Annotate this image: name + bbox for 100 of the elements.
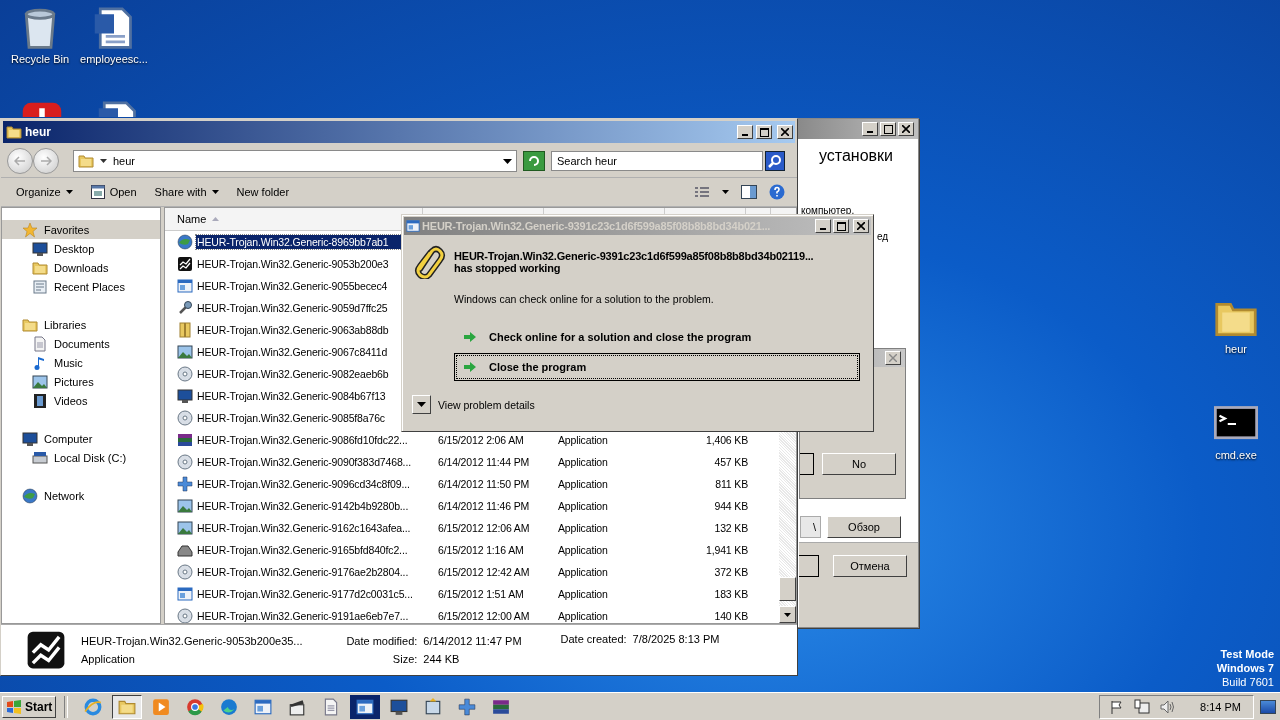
taskbar-button[interactable] xyxy=(112,694,143,719)
maximize-icon xyxy=(836,221,846,231)
flag-icon[interactable] xyxy=(1110,699,1125,714)
taskbar-button[interactable] xyxy=(350,694,381,719)
file-name[interactable]: HEUR-Trojan.Win32.Generic-9177d2c0031c5... xyxy=(196,587,438,601)
minimize-button[interactable] xyxy=(737,125,753,139)
show-desktop-button[interactable] xyxy=(1260,699,1276,714)
caret-icon xyxy=(211,190,219,194)
caret-icon xyxy=(100,159,107,163)
minimize-button[interactable] xyxy=(815,219,831,233)
tray-icon xyxy=(177,542,193,558)
tool-icon xyxy=(177,300,193,316)
date-cell-text: 6/15/2012 1:51 AM xyxy=(438,588,525,600)
close-button[interactable] xyxy=(885,351,901,365)
size-cell-text: 1,406 KB xyxy=(705,434,748,446)
icon-label: heur xyxy=(1225,343,1247,355)
forward-button[interactable] xyxy=(33,148,59,174)
browse-button[interactable]: Обзор xyxy=(827,516,901,538)
details-toggle-label[interactable]: View problem details xyxy=(438,398,535,411)
scroll-down-button[interactable] xyxy=(779,606,796,623)
maximize-icon xyxy=(883,124,893,134)
file-name: HEUR-Trojan.Win32.Generic-9053b200e35... xyxy=(81,635,304,647)
sidebar-item[interactable]: Local Disk (C:) xyxy=(2,448,160,467)
sidebar-item[interactable]: Libraries xyxy=(2,315,160,334)
os-notice-text: Windows 7 xyxy=(1216,661,1274,675)
books-icon xyxy=(177,432,193,448)
dialog-button[interactable] xyxy=(799,555,819,577)
network-icon[interactable] xyxy=(1134,698,1151,715)
date-cell-text: 6/15/2012 2:06 AM xyxy=(438,434,525,446)
maximize-button[interactable] xyxy=(833,219,849,233)
maximize-button[interactable] xyxy=(880,122,896,136)
toolbar-button[interactable]: Open xyxy=(83,181,144,203)
toolbar-button[interactable]: New folder xyxy=(229,181,297,203)
address-field[interactable]: heur xyxy=(73,150,517,172)
maximize-icon xyxy=(759,127,769,137)
expand-button[interactable] xyxy=(412,395,431,414)
file-name[interactable]: HEUR-Trojan.Win32.Generic-9162c1643afea... xyxy=(196,521,438,535)
dialog-button[interactable] xyxy=(800,453,814,475)
volume-icon[interactable] xyxy=(1160,699,1177,714)
file-name[interactable]: HEUR-Trojan.Win32.Generic-9176ae2b2804... xyxy=(196,565,438,579)
installer-icon xyxy=(424,697,443,716)
sidebar-item[interactable]: Documents xyxy=(2,334,160,353)
toolbar-button[interactable]: Organize xyxy=(9,181,80,203)
scrollbar-thumb[interactable] xyxy=(779,577,796,601)
type-cell-text: Application xyxy=(558,544,609,556)
file-name[interactable]: HEUR-Trojan.Win32.Generic-9165bfd840fc2... xyxy=(196,543,438,557)
search-button[interactable] xyxy=(765,151,785,171)
picture-icon xyxy=(177,498,193,514)
sidebar-item[interactable]: Network xyxy=(2,486,160,505)
file-name[interactable]: HEUR-Trojan.Win32.Generic-9090f383d7468... xyxy=(196,455,438,469)
maximize-button[interactable] xyxy=(756,125,772,139)
close-button[interactable] xyxy=(853,219,869,233)
globe-icon xyxy=(22,487,38,504)
file-name[interactable]: HEUR-Trojan.Win32.Generic-9086fd10fdc22... xyxy=(196,433,438,447)
file-name[interactable]: HEUR-Trojan.Win32.Generic-9191ae6eb7e7... xyxy=(196,609,438,623)
browser-icon xyxy=(220,697,239,716)
size-cell-text: 457 KB xyxy=(713,456,748,468)
error-heading: HEUR-Trojan.Win32.Generic-9391c23c1d6f599a85f08b8b8bd34b02119... xyxy=(454,250,814,262)
recent-places-icon xyxy=(32,278,48,295)
film-icon xyxy=(32,392,48,409)
start-button[interactable]: Start xyxy=(2,695,57,718)
clapperboard-icon xyxy=(288,697,307,716)
toolbar-button[interactable]: Share with xyxy=(147,181,226,203)
close-button[interactable] xyxy=(777,125,793,139)
window-icon xyxy=(406,219,420,233)
app-icon[interactable] xyxy=(20,100,64,117)
sidebar-item[interactable]: Videos xyxy=(2,391,160,410)
refresh-button[interactable] xyxy=(523,151,545,171)
command-link[interactable]: Close the program xyxy=(454,353,860,381)
path-field[interactable]: \ xyxy=(800,516,821,538)
window-icon xyxy=(90,185,105,199)
sidebar-item[interactable]: Music xyxy=(2,353,160,372)
command-link[interactable]: Check online for a solution and close the program xyxy=(454,323,860,351)
dropdown-icon[interactable] xyxy=(503,158,512,164)
picture-icon xyxy=(177,520,193,536)
cancel-button[interactable]: Отмена xyxy=(833,555,907,577)
browser-icon xyxy=(84,697,103,716)
date-cell-text: 6/14/2012 11:50 PM xyxy=(438,478,531,490)
sidebar-item[interactable]: Desktop xyxy=(2,239,160,258)
no-button[interactable]: No xyxy=(822,453,896,475)
search-field[interactable]: Search heur xyxy=(551,151,763,171)
monitor-icon xyxy=(32,240,48,257)
sidebar-item[interactable]: Recent Places xyxy=(2,277,160,296)
error-message: Windows can check online for a solution to the problem. xyxy=(454,293,715,305)
sidebar-item[interactable]: Downloads xyxy=(2,258,160,277)
minimize-button[interactable] xyxy=(862,122,878,136)
plus-icon xyxy=(177,476,193,492)
disc-icon xyxy=(177,564,193,580)
file-name[interactable]: HEUR-Trojan.Win32.Generic-9142b4b9280b... xyxy=(196,499,438,513)
sidebar-item[interactable]: Pictures xyxy=(2,372,160,391)
file-name[interactable]: HEUR-Trojan.Win32.Generic-9096cd34c8f09... xyxy=(196,477,438,491)
error-heading: has stopped working xyxy=(454,262,562,274)
os-notice-text: Test Mode xyxy=(1220,647,1274,661)
sidebar-item[interactable]: Computer xyxy=(2,429,160,448)
installer-text: ед xyxy=(877,231,889,242)
size-cell-text: 1,941 KB xyxy=(705,544,748,556)
clock[interactable]: 8:14 PM xyxy=(1200,700,1241,713)
close-button[interactable] xyxy=(898,122,914,136)
window-title: HEUR-Trojan.Win32.Generic-9391c23c1d6f599a85f08b8b8bd34b021... xyxy=(422,220,772,232)
sidebar-item[interactable]: Favorites xyxy=(2,220,160,239)
